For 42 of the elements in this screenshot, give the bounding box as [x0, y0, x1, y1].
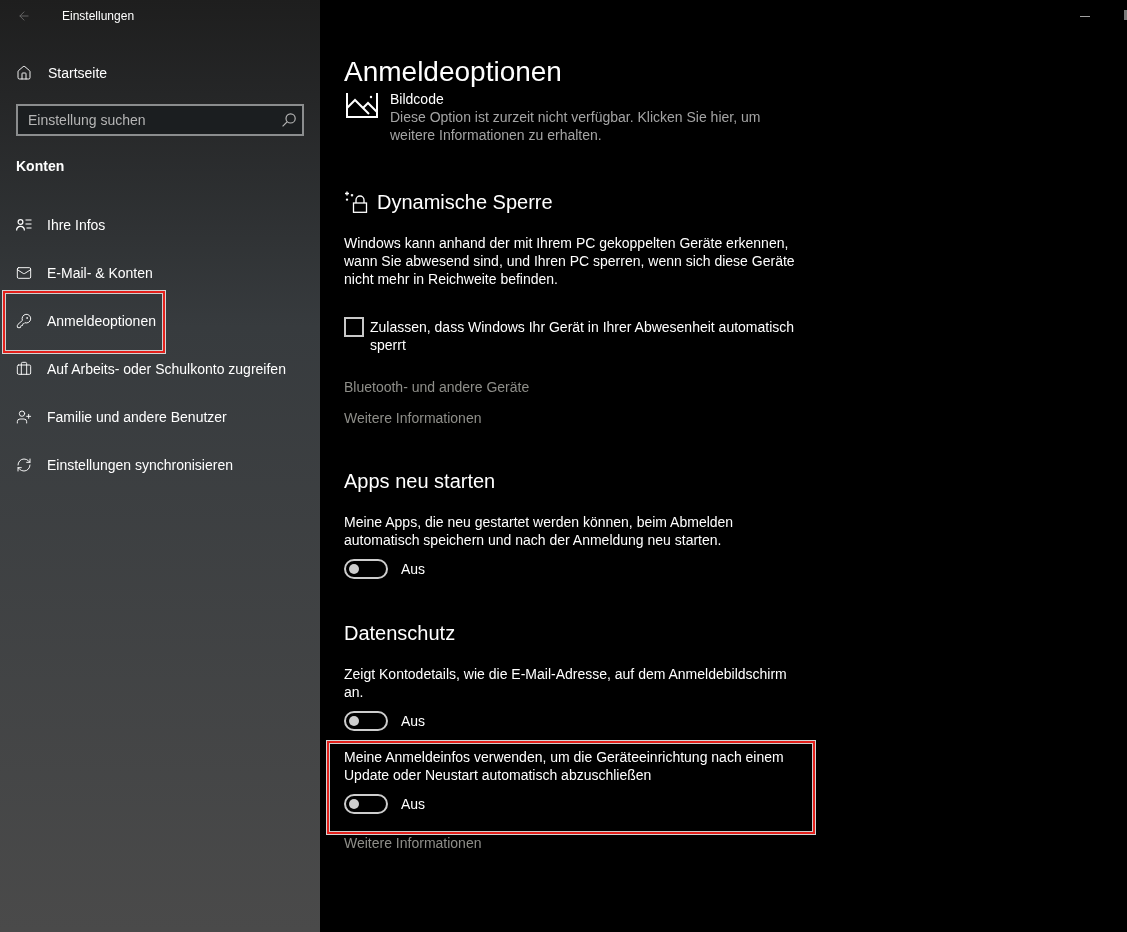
toggle-state-label: Aus	[401, 560, 426, 578]
option-title: Bildcode	[390, 90, 444, 108]
section-heading: Apps neu starten	[344, 469, 496, 494]
toggle-switch[interactable]	[344, 711, 388, 731]
search-field[interactable]: Einstellung suchen	[16, 104, 304, 136]
window-title: Einstellungen	[62, 8, 135, 24]
section-heading: Dynamische Sperre	[377, 190, 553, 215]
sparkle-lock-icon	[344, 191, 368, 213]
person-plus-icon	[16, 409, 32, 425]
page-title: Anmeldeoptionen	[344, 55, 562, 89]
toggle-state-label: Aus	[401, 712, 426, 730]
home-icon	[16, 65, 32, 81]
link[interactable]: Bluetooth- und andere Geräte	[344, 378, 530, 396]
description-text: Meine Anmeldeinfos verwenden, um die Geräteeinrichtung nach einem Update oder Neustart automatisch abzuschließen	[344, 748, 785, 784]
sidebar-item[interactable]: E-Mail- & Konten	[0, 257, 161, 289]
option-description: Diese Option ist zurzeit nicht verfügbar. Klicken Sie hier, um weitere Informationen zu erhalten.	[390, 108, 762, 144]
search-icon[interactable]	[282, 113, 296, 127]
home-button[interactable]: Startseite	[0, 57, 116, 89]
sidebar-item[interactable]: Familie und andere Benutzer	[0, 401, 235, 433]
toggle-switch[interactable]	[344, 559, 388, 579]
toggle-switch[interactable]	[344, 794, 388, 814]
sidebar-item[interactable]: Einstellungen synchronisieren	[0, 449, 241, 481]
sidebar-item[interactable]: Auf Arbeits- oder Schulkonto zugreifen	[0, 353, 294, 385]
section-heading: Konten	[16, 157, 65, 176]
briefcase-icon	[16, 361, 32, 377]
envelope-icon	[16, 265, 32, 281]
section-heading: Datenschutz	[344, 621, 456, 646]
description-text: Zeigt Kontodetails, wie die E-Mail-Adresse, auf dem Anmeldebildschirm an.	[344, 665, 788, 701]
checkbox[interactable]	[344, 317, 364, 337]
checkbox-label: Zulassen, dass Windows Ihr Gerät in Ihrer Abwesenheit automatisch sperrt	[370, 318, 796, 354]
key-icon	[16, 313, 32, 329]
sync-icon	[16, 457, 32, 473]
picture-icon	[346, 93, 378, 118]
description-text: Meine Apps, die neu gestartet werden können, beim Abmelden automatisch speichern und nach der Anmeldung neu starten.	[344, 513, 735, 549]
link[interactable]: Weitere Informationen	[344, 834, 482, 852]
sidebar-item[interactable]: Ihre Infos	[0, 209, 114, 241]
scrollbar-thumb[interactable]	[1124, 10, 1127, 20]
person-list-icon	[16, 217, 32, 233]
sidebar-item[interactable]: Anmeldeoptionen	[0, 305, 164, 337]
toggle-state-label: Aus	[401, 795, 426, 813]
link[interactable]: Weitere Informationen	[344, 409, 482, 427]
description-text: Windows kann anhand der mit Ihrem PC gekoppelten Geräte erkennen, wann Sie abwesend sind, und Ihren PC sperren, wenn sich diese Geräte nicht mehr in Reichweite befinden.	[344, 234, 796, 288]
